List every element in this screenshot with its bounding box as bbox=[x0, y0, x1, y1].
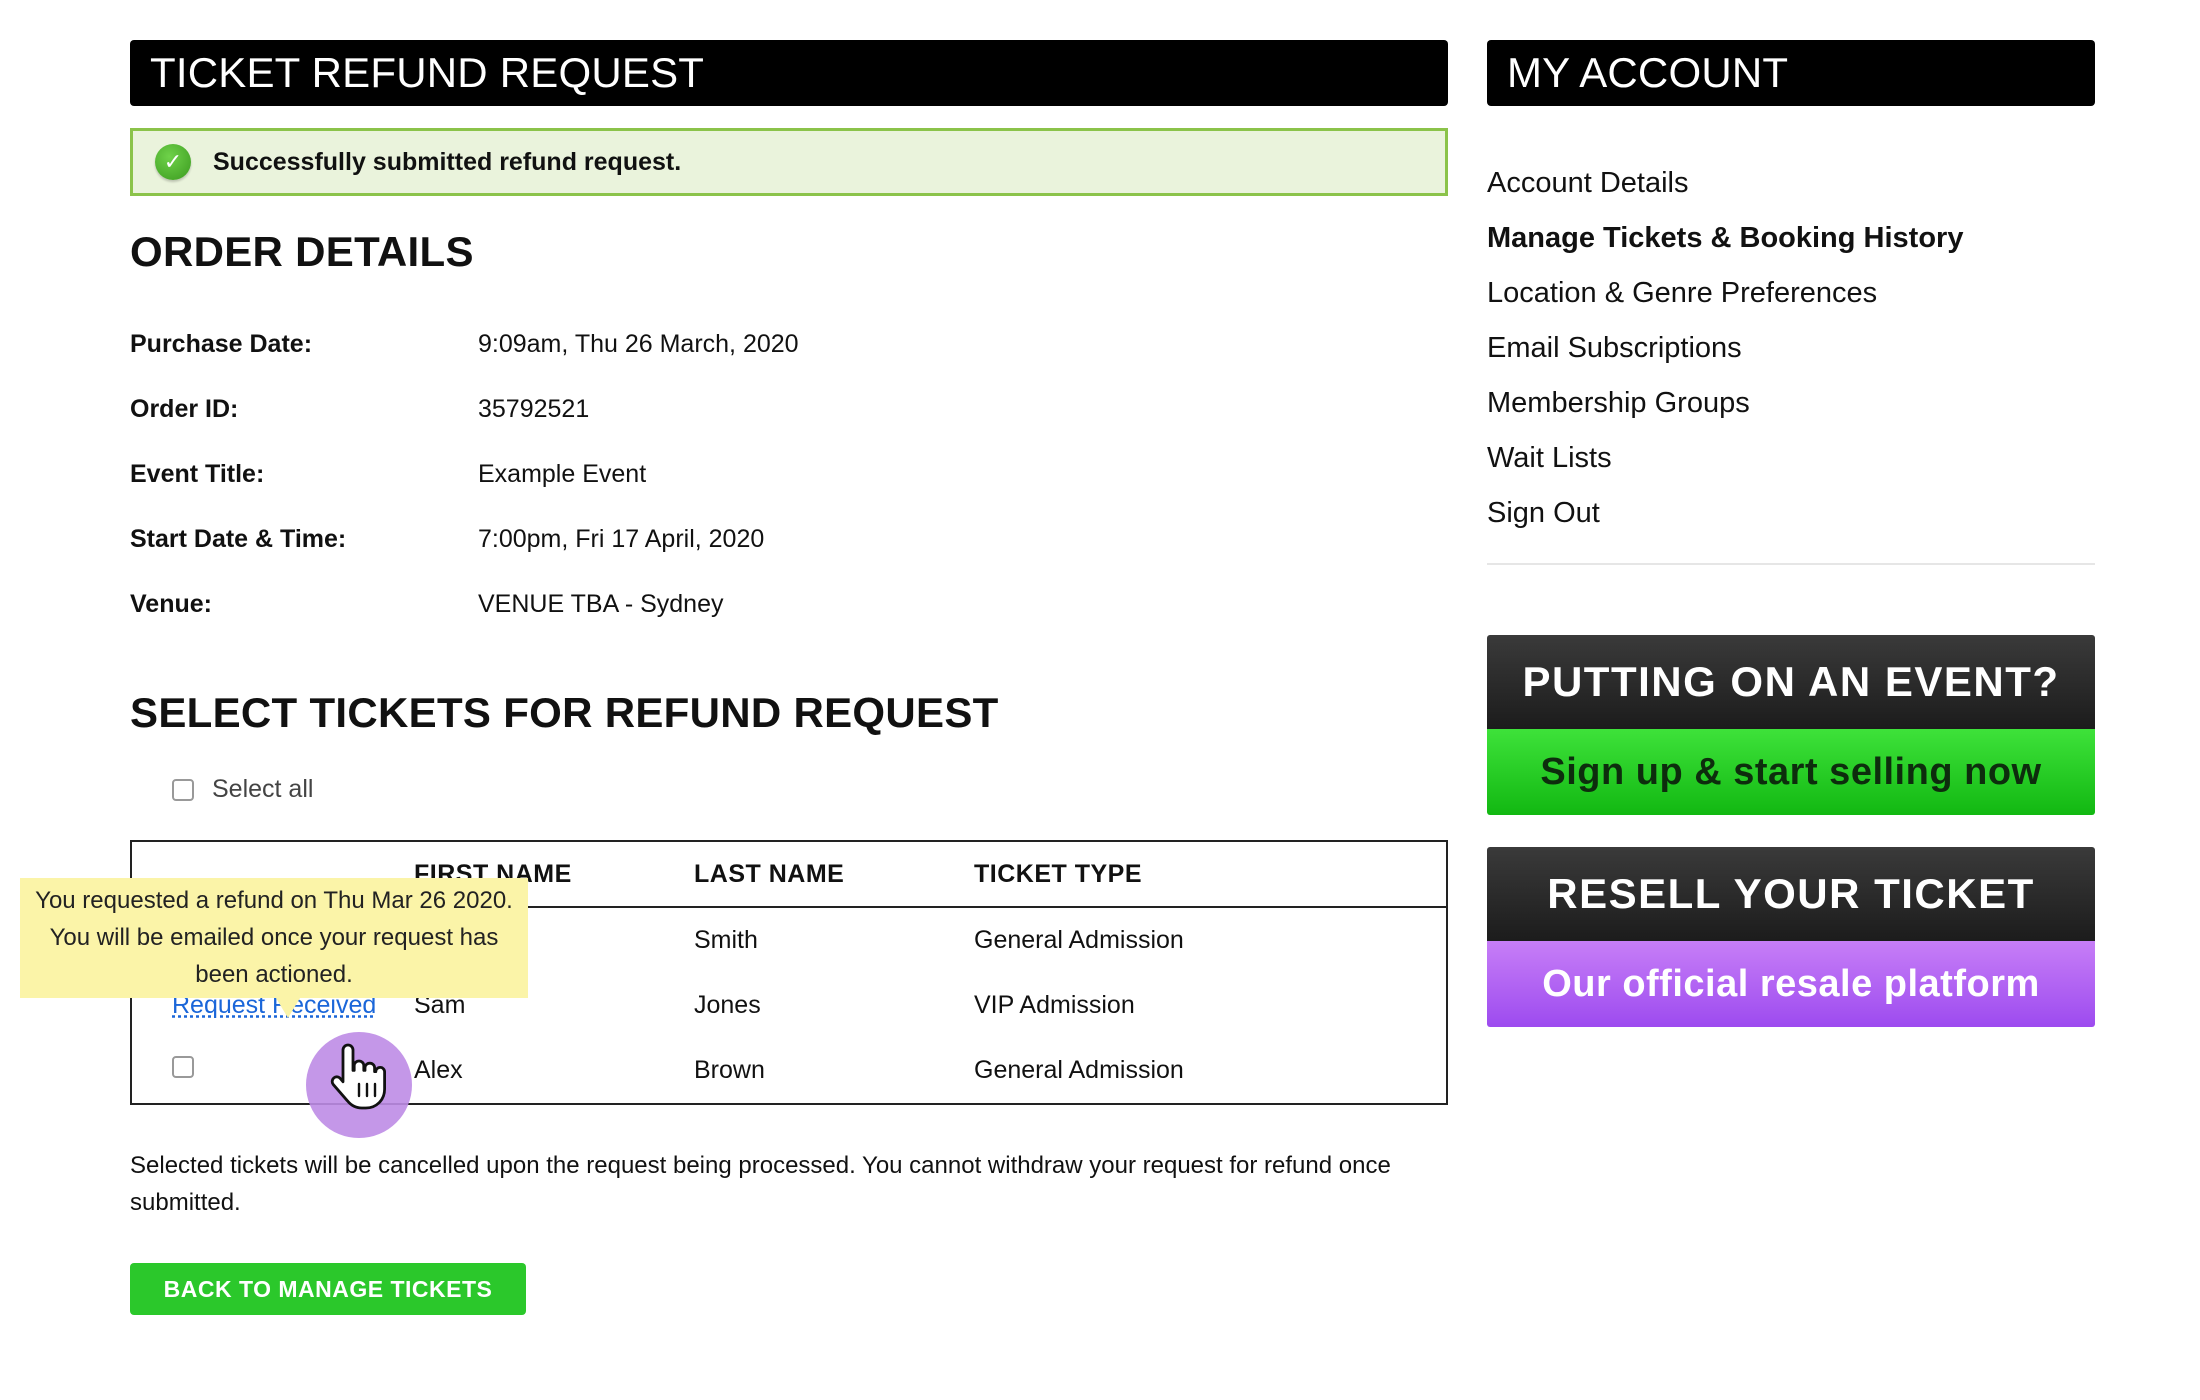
menu-item-membership-groups[interactable]: Membership Groups bbox=[1487, 376, 2095, 431]
detail-label: Order ID: bbox=[130, 395, 239, 423]
menu-item-sign-out[interactable]: Sign Out bbox=[1487, 486, 2095, 541]
first-name-cell: Alex bbox=[414, 1056, 463, 1084]
detail-row-order-id: Order ID: 35792521 bbox=[130, 377, 1448, 442]
ticket-type-cell: VIP Admission bbox=[974, 991, 1135, 1019]
detail-label: Venue: bbox=[130, 590, 212, 618]
sidebar-title: MY ACCOUNT bbox=[1487, 40, 2095, 106]
menu-divider bbox=[1487, 563, 2095, 565]
select-all-checkbox[interactable] bbox=[172, 778, 194, 801]
menu-item-manage-tickets[interactable]: Manage Tickets & Booking History bbox=[1487, 211, 2095, 266]
success-alert: ✓ Successfully submitted refund request. bbox=[130, 128, 1448, 196]
hand-pointer-icon bbox=[330, 1043, 386, 1110]
back-to-manage-tickets-button[interactable]: BACK TO MANAGE TICKETS bbox=[130, 1263, 526, 1315]
promo-event-cta: Sign up & start selling now bbox=[1487, 729, 2095, 815]
ticket-type-cell: General Admission bbox=[974, 1056, 1184, 1084]
promo-banner-event[interactable]: PUTTING ON AN EVENT? Sign up & start sel… bbox=[1487, 635, 2095, 815]
detail-value: VENUE TBA - Sydney bbox=[478, 590, 724, 618]
column-header-ticket-type: TICKET TYPE bbox=[974, 859, 1143, 888]
select-all-control[interactable]: Select all bbox=[172, 775, 1448, 804]
menu-item-wait-lists[interactable]: Wait Lists bbox=[1487, 431, 2095, 486]
select-all-label: Select all bbox=[212, 775, 314, 803]
promo-banner-resell[interactable]: RESELL YOUR TICKET Our official resale p… bbox=[1487, 847, 2095, 1027]
detail-row-start-date: Start Date & Time: 7:00pm, Fri 17 April,… bbox=[130, 507, 1448, 572]
detail-label: Purchase Date: bbox=[130, 330, 313, 358]
page-title: TICKET REFUND REQUEST bbox=[130, 40, 1448, 106]
select-tickets-heading: SELECT TICKETS FOR REFUND REQUEST bbox=[130, 689, 999, 736]
refund-tooltip: You requested a refund on Thu Mar 26 202… bbox=[20, 878, 528, 1018]
detail-value: 7:00pm, Fri 17 April, 2020 bbox=[478, 525, 765, 553]
order-details-heading: ORDER DETAILS bbox=[130, 228, 474, 275]
detail-value: 9:09am, Thu 26 March, 2020 bbox=[478, 330, 799, 358]
last-name-cell: Jones bbox=[694, 991, 761, 1019]
detail-value: 35792521 bbox=[478, 395, 590, 423]
promo-resell-heading: RESELL YOUR TICKET bbox=[1487, 847, 2095, 941]
menu-item-account-details[interactable]: Account Details bbox=[1487, 156, 2095, 211]
detail-label: Start Date & Time: bbox=[130, 525, 347, 553]
detail-row-event-title: Event Title: Example Event bbox=[130, 442, 1448, 507]
ticket-checkbox[interactable] bbox=[172, 1056, 194, 1078]
detail-label: Event Title: bbox=[130, 460, 265, 488]
detail-row-purchase-date: Purchase Date: 9:09am, Thu 26 March, 202… bbox=[130, 312, 1448, 377]
refund-note: Selected tickets will be cancelled upon … bbox=[130, 1152, 1391, 1216]
menu-item-email-subscriptions[interactable]: Email Subscriptions bbox=[1487, 321, 2095, 376]
check-circle-icon: ✓ bbox=[155, 144, 191, 180]
success-message: Successfully submitted refund request. bbox=[213, 147, 682, 176]
promo-event-heading: PUTTING ON AN EVENT? bbox=[1487, 635, 2095, 729]
last-name-cell: Smith bbox=[694, 926, 758, 954]
menu-item-preferences[interactable]: Location & Genre Preferences bbox=[1487, 266, 2095, 321]
account-sidebar: MY ACCOUNT Account Details Manage Ticket… bbox=[1487, 40, 2095, 1027]
order-details-list: Purchase Date: 9:09am, Thu 26 March, 202… bbox=[130, 312, 1448, 637]
column-header-last-name: LAST NAME bbox=[694, 859, 845, 888]
account-menu: Account Details Manage Tickets & Booking… bbox=[1487, 156, 2095, 541]
promo-resell-cta: Our official resale platform bbox=[1487, 941, 2095, 1027]
ticket-type-cell: General Admission bbox=[974, 926, 1184, 954]
detail-row-venue: Venue: VENUE TBA - Sydney bbox=[130, 572, 1448, 637]
detail-value: Example Event bbox=[478, 460, 647, 488]
last-name-cell: Brown bbox=[694, 1056, 765, 1084]
